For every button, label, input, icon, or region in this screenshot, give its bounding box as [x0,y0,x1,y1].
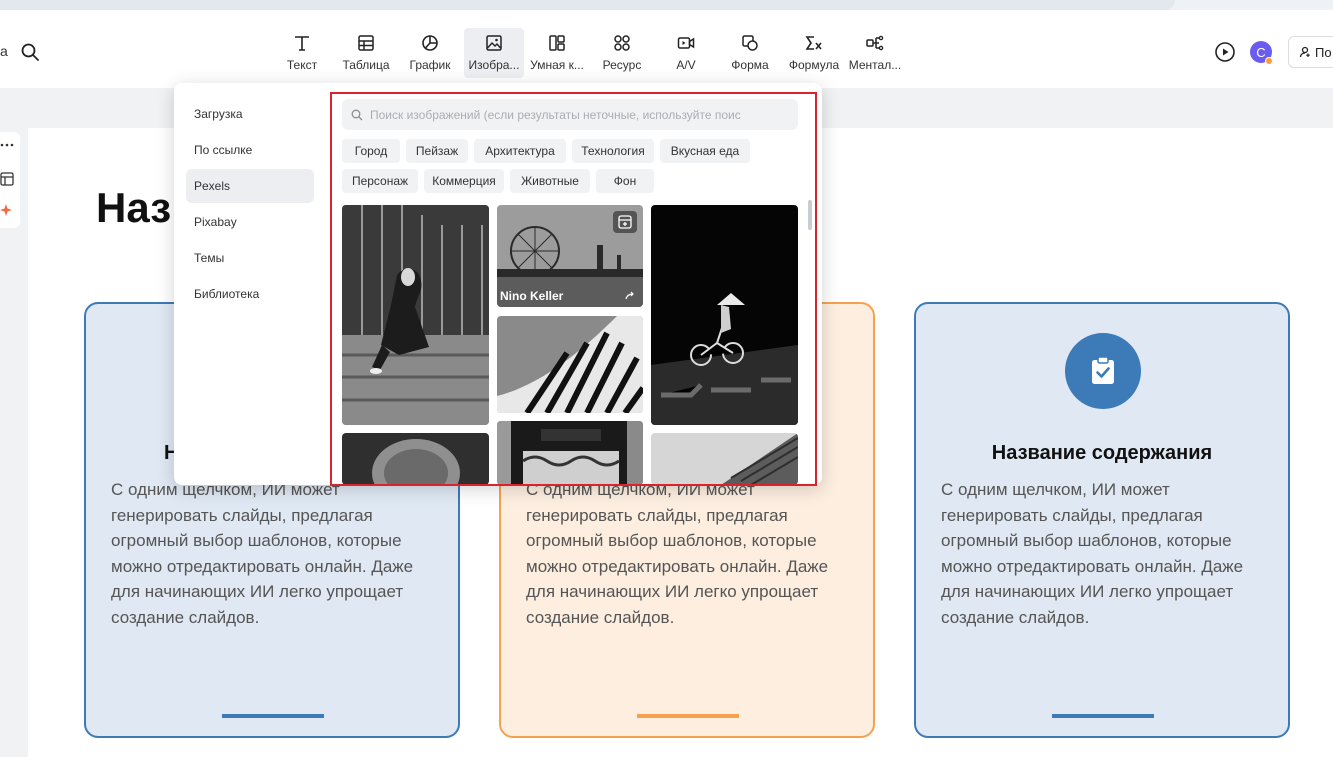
share-button[interactable]: По [1288,36,1333,68]
formula-icon [805,36,822,50]
card-body: С одним щелчком, ИИ может генерировать с… [526,480,829,627]
slide-title[interactable]: Наз [96,184,171,232]
tool-image[interactable]: Изобра... [464,28,524,78]
more-icon[interactable] [0,142,14,148]
image-source-nav: Загрузка По ссылке Pexels Pixabay Темы Б… [186,97,314,313]
video-icon [677,37,695,49]
tool-resource[interactable]: Ресурс [598,28,646,78]
card-body: С одним щелчком, ИИ может генерировать с… [941,480,1244,627]
chart-icon [422,35,438,51]
tool-label: Таблица [342,58,390,72]
mindmap-icon [866,35,884,51]
smart-layout-icon [549,35,565,51]
tool-label: Умная к... [530,58,584,72]
card-accent-bar [222,714,324,718]
card-accent-bar [637,714,739,718]
nav-item-library[interactable]: Библиотека [186,277,314,311]
layout-icon[interactable] [0,172,14,186]
content-card[interactable]: Название содержания С одним щелчком, ИИ … [914,302,1290,738]
tool-mindmap[interactable]: Ментал... [846,28,904,78]
nav-item-by-link[interactable]: По ссылке [186,133,314,167]
avatar-status-badge [1265,57,1273,65]
text-icon [295,36,309,51]
tool-shape[interactable]: Форма [726,28,774,78]
tool-label: Ментал... [848,58,902,72]
search-icon[interactable] [20,42,40,62]
tool-av[interactable]: A/V [670,28,702,78]
tool-label: Формула [788,58,840,72]
tool-label: Изобра... [468,58,520,72]
nav-item-themes[interactable]: Темы [186,241,314,275]
tool-label: A/V [676,58,696,72]
card-icon-circle [1065,333,1141,409]
browser-top-strip [0,0,1333,10]
tool-chart[interactable]: График [406,28,454,78]
nav-item-upload[interactable]: Загрузка [186,97,314,131]
card-title: Название содержания [991,442,1213,464]
card-body: С одним щелчком, ИИ может генерировать с… [111,480,414,627]
clipboard-check-icon [1092,356,1114,384]
tool-label: Ресурс [602,58,642,72]
play-icon[interactable] [1214,41,1236,63]
image-icon [486,35,502,51]
tool-label: График [409,58,451,72]
tool-smart-layout[interactable]: Умная к... [527,28,587,78]
main-toolbar: a Текст Таблица График Изобра... Умная к… [0,10,1333,88]
toolbar-left-fragment: a [0,43,8,59]
resource-icon [614,35,630,51]
tool-text[interactable]: Текст [282,28,322,78]
selection-highlight-frame [330,92,817,486]
left-mini-toolbar [0,132,20,228]
address-bar-edge [0,0,1175,10]
tool-formula[interactable]: Формула [786,28,842,78]
nav-item-pexels[interactable]: Pexels [186,169,314,203]
tool-label: Текст [286,58,318,72]
tool-label: Форма [731,58,769,72]
tool-table[interactable]: Таблица [338,28,394,78]
table-icon [358,35,374,51]
ai-sparkle-icon[interactable] [0,202,14,218]
user-icon [1299,46,1310,58]
card-accent-bar [1052,714,1154,718]
shape-icon [742,35,758,51]
nav-item-pixabay[interactable]: Pixabay [186,205,314,239]
share-label: По [1315,44,1332,60]
